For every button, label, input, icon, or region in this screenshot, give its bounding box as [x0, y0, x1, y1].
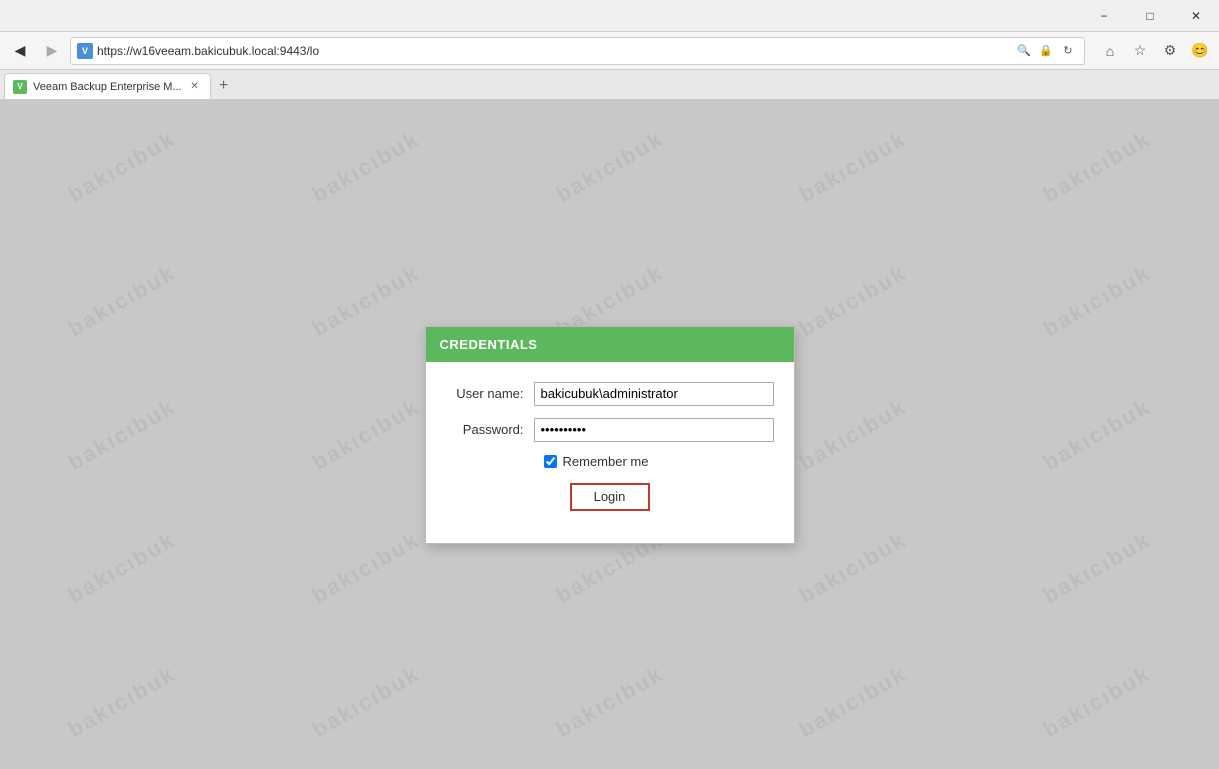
site-icon: V: [77, 43, 93, 59]
address-bar: V 🔍 🔒 ↻: [70, 37, 1085, 65]
close-button[interactable]: ✕: [1173, 0, 1219, 32]
emoji-button[interactable]: 😊: [1187, 38, 1213, 64]
active-tab[interactable]: V Veeam Backup Enterprise M... ✕: [4, 73, 211, 99]
browser-window: − □ ✕ ◀ ▶ V 🔍 🔒 ↻ ⌂ ☆ ⚙ 😊 V Veeam Back: [0, 0, 1219, 769]
url-input[interactable]: [97, 44, 1010, 58]
settings-button[interactable]: ⚙: [1157, 38, 1183, 64]
username-label: User name:: [446, 386, 534, 401]
password-input[interactable]: [534, 418, 774, 442]
username-row: User name:: [446, 382, 774, 406]
forward-button[interactable]: ▶: [38, 37, 66, 65]
tab-favicon: V: [13, 80, 27, 94]
tab-close-button[interactable]: ✕: [188, 80, 202, 94]
main-content: bakıcıbuk bakıcıbuk bakıcıbuk bakıcıbuk …: [0, 100, 1219, 769]
home-button[interactable]: ⌂: [1097, 38, 1123, 64]
tab-title: Veeam Backup Enterprise M...: [33, 81, 182, 93]
remember-row: Remember me: [446, 454, 774, 469]
maximize-button[interactable]: □: [1127, 0, 1173, 32]
dialog-overlay: CREDENTIALS User name: Password: Remembe…: [0, 100, 1219, 769]
refresh-button[interactable]: ↻: [1058, 41, 1078, 61]
browser-right-icons: ⌂ ☆ ⚙ 😊: [1097, 38, 1213, 64]
password-row: Password:: [446, 418, 774, 442]
favorites-button[interactable]: ☆: [1127, 38, 1153, 64]
dialog-header: CREDENTIALS: [426, 327, 794, 362]
login-button[interactable]: Login: [570, 483, 650, 511]
dialog-footer: Login: [446, 483, 774, 527]
credentials-dialog: CREDENTIALS User name: Password: Remembe…: [425, 326, 795, 544]
new-tab-button[interactable]: +: [211, 73, 237, 99]
minimize-button[interactable]: −: [1081, 0, 1127, 32]
address-bar-actions: 🔍 🔒 ↻: [1014, 41, 1078, 61]
tab-bar: V Veeam Backup Enterprise M... ✕ +: [0, 70, 1219, 100]
title-bar: − □ ✕: [0, 0, 1219, 32]
username-input[interactable]: [534, 382, 774, 406]
lock-icon[interactable]: 🔒: [1036, 41, 1056, 61]
window-controls: − □ ✕: [1081, 0, 1219, 32]
search-button[interactable]: 🔍: [1014, 41, 1034, 61]
remember-checkbox[interactable]: [544, 455, 557, 468]
back-button[interactable]: ◀: [6, 37, 34, 65]
browser-toolbar: ◀ ▶ V 🔍 🔒 ↻ ⌂ ☆ ⚙ 😊: [0, 32, 1219, 70]
dialog-body: User name: Password: Remember me Login: [426, 362, 794, 543]
password-label: Password:: [446, 422, 534, 437]
remember-label: Remember me: [563, 454, 649, 469]
dialog-title: CREDENTIALS: [440, 337, 538, 352]
